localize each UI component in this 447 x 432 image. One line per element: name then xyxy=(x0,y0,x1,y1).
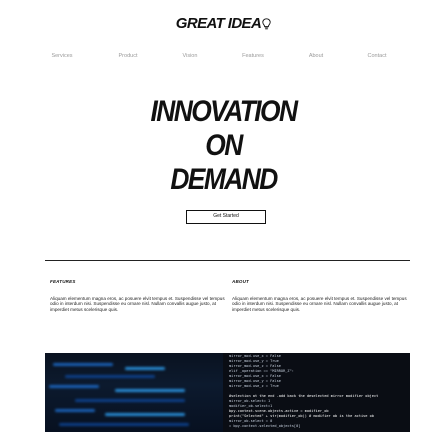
main-nav: Services Product Vision Features About C… xyxy=(0,53,447,63)
page: GREAT IDEA Services Product Vision Featu… xyxy=(0,0,447,432)
about-text: Aliquam elementum magna eros, ac posuere… xyxy=(232,296,407,312)
section-divider xyxy=(45,260,410,261)
code-line: print("Selected" + str(modifier_ob)) # m… xyxy=(229,414,374,418)
code-line: mirror_mod.use_y = False xyxy=(229,379,281,383)
get-started-button[interactable]: Get Started xyxy=(186,210,266,224)
code-line: mirror_mod.use_x = False xyxy=(229,354,281,358)
features-text: Aliquam elementum magna eros, ac posuere… xyxy=(50,296,225,312)
hero-headline-line-3: DEMAND xyxy=(170,163,278,196)
code-line: mirror_ob.select= 1 xyxy=(229,399,271,403)
nav-item-vision[interactable]: Vision xyxy=(160,53,220,59)
code-line: mirror_mod.use_y = True xyxy=(229,359,279,363)
code-line: modifier_ob.select=1 xyxy=(229,404,273,408)
code-editor-snippet: mirror_mod.use_x = False mirror_mod.use_… xyxy=(223,353,410,432)
code-line: mirror_mod.use_x = False xyxy=(229,374,281,378)
nav-item-contact[interactable]: Contact xyxy=(347,53,407,59)
code-line: mirror_mod.use_z = False xyxy=(229,364,281,368)
code-line: #selection at the end -add back the dese… xyxy=(229,394,379,398)
nav-item-services[interactable]: Services xyxy=(32,53,92,59)
logo-text: GREAT IDEA xyxy=(175,15,262,32)
hero-headline-line-1: INNOVATION xyxy=(150,95,299,128)
blurred-code-glow xyxy=(45,353,223,432)
lightbulb-icon xyxy=(262,17,271,34)
code-line: = bpy.context.selected_objects[0] xyxy=(229,424,301,428)
hero-headline-line-2: ON xyxy=(205,129,243,162)
nav-item-product[interactable]: Product xyxy=(98,53,158,59)
code-line: mirror_mod.use_z = True xyxy=(229,384,279,388)
features-heading: FEATURES xyxy=(50,279,76,284)
logo[interactable]: GREAT IDEA xyxy=(0,15,447,34)
nav-item-features[interactable]: Features xyxy=(223,53,283,59)
code-line: bpy.context.scene.objects.active = modif… xyxy=(229,409,329,413)
code-line: mirror_ob.select = 0 xyxy=(229,419,273,423)
code-banner-image: mirror_mod.use_x = False mirror_mod.use_… xyxy=(45,353,410,432)
about-heading: ABOUT xyxy=(232,279,249,284)
code-line: elif _operation == "MIRROR_Z": xyxy=(229,369,294,373)
nav-item-about[interactable]: About xyxy=(286,53,346,59)
